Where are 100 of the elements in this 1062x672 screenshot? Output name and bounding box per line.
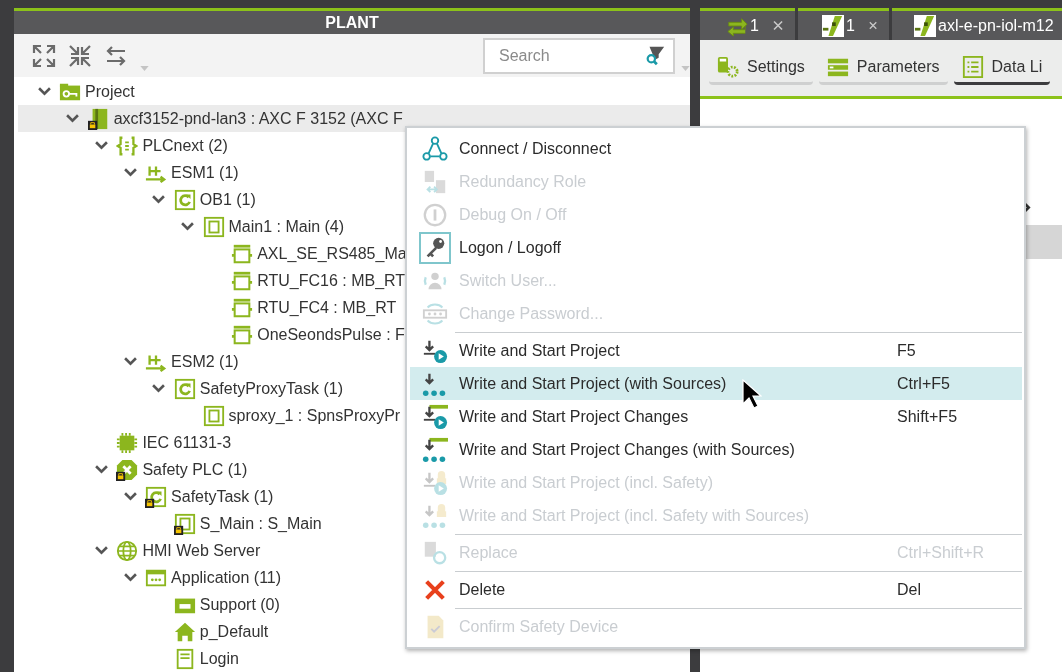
panel-title: PLANT: [325, 13, 379, 32]
menu-item[interactable]: Connect / Disconnect: [410, 132, 1022, 165]
download-dots-icon: [421, 502, 448, 529]
chevron-down-icon[interactable]: [37, 87, 51, 96]
mouse-cursor-icon: [742, 379, 762, 409]
tree-label: IEC 61131-3: [142, 433, 232, 452]
shortcut-label: Del: [897, 580, 922, 599]
download-play-icon: [421, 469, 448, 496]
tree-label: ESM2 (1): [171, 352, 239, 371]
chevron-down-icon[interactable]: [152, 384, 166, 393]
swap-icon[interactable]: [104, 43, 128, 68]
tree-label: OneSeondsPulse : F: [257, 325, 405, 344]
search-field[interactable]: Search: [483, 37, 675, 74]
download-play-icon: [421, 403, 448, 430]
chevron-down-icon[interactable]: [66, 114, 80, 123]
menu-label: Connect / Disconnect: [459, 139, 612, 158]
tab-label: 1: [846, 16, 855, 35]
close-icon[interactable]: [772, 20, 783, 31]
debug-icon: [421, 201, 448, 228]
menu-item[interactable]: Logon / Logoff: [410, 231, 1022, 264]
editor-tab[interactable]: axl-e-pn-iol-m12: [892, 8, 1062, 40]
tree-label: OB1 (1): [199, 190, 256, 209]
menu-item[interactable]: Write and Start Project Changes Shift+F5: [410, 400, 1022, 433]
shortcut-label: Ctrl+F5: [897, 374, 951, 393]
menu-label: Write and Start Project (with Sources): [459, 374, 727, 393]
tree-label: AXL_SE_RS485_Ma: [257, 244, 407, 263]
device-gear-icon: [717, 55, 739, 78]
tree-label: HMI Web Server: [142, 541, 261, 560]
collapse-all-icon[interactable]: [68, 43, 92, 68]
tree-label: Support (0): [199, 595, 280, 614]
tree-item[interactable]: Project: [18, 78, 690, 105]
program-icon: [173, 512, 196, 535]
tab-label: axl-e-pn-iol-m12: [938, 16, 1054, 35]
view-tab[interactable]: Settings: [709, 51, 813, 85]
menu-label: Write and Start Project Changes: [459, 407, 689, 426]
controller-icon: [87, 107, 110, 130]
chevron-down-icon[interactable]: [94, 141, 108, 150]
tree-item[interactable]: axcf3152-pnd-lan3 : AXC F 3152 (AXC F: [18, 105, 690, 132]
chevron-down-icon[interactable]: [94, 546, 108, 555]
block-icon: [231, 242, 254, 265]
tree-label: Login: [199, 649, 239, 668]
program-icon: [202, 215, 225, 238]
chevron-down-icon[interactable]: [181, 222, 194, 231]
shortcut-label: F5: [897, 341, 917, 360]
safety-icon: [116, 458, 139, 481]
expand-all-icon[interactable]: [32, 43, 56, 68]
tab-label: Settings: [747, 57, 805, 76]
chip-icon: [116, 431, 139, 454]
menu-item[interactable]: Write and Start Project Changes (with Sources): [410, 433, 1022, 466]
tree-label: Application (11): [171, 568, 282, 587]
editor-tab[interactable]: 1: [700, 8, 795, 40]
menu-item[interactable]: Delete Del: [410, 573, 1022, 606]
close-icon[interactable]: [868, 20, 877, 31]
program-icon: [202, 404, 225, 427]
tree-label: Project: [85, 82, 135, 101]
tree-label: Main1 : Main (4): [228, 217, 345, 236]
tree-label: PLCnext (2): [142, 136, 228, 155]
tab-label: Parameters: [856, 57, 940, 76]
view-tab[interactable]: Parameters: [818, 51, 948, 85]
chevron-down-icon[interactable]: [152, 195, 166, 204]
chevron-down-icon[interactable]: [123, 357, 137, 366]
menu-label: Write and Start Project Changes (with Sources): [459, 440, 795, 459]
tree-label: sproxy_1 : SpnsProxyPr: [228, 406, 401, 425]
tab-label: 1: [750, 16, 759, 35]
tree-label: RTU_FC4 : MB_RT: [257, 298, 397, 317]
block-icon: [231, 296, 254, 319]
tree-label: RTU_FC16 : MB_RT: [257, 271, 406, 290]
filter-search-icon[interactable]: [644, 44, 666, 67]
tree-label: ESM1 (1): [171, 163, 239, 182]
key-icon: [421, 234, 448, 261]
tree-item[interactable]: Login: [18, 645, 690, 672]
globe-icon: [116, 539, 139, 562]
cycle-icon: [173, 377, 196, 400]
block-icon: [231, 269, 254, 292]
device-icon: [822, 14, 844, 37]
menu-item[interactable]: Write and Start Project (with Sources) Ctrl+F5: [410, 367, 1022, 400]
network-icon: [421, 135, 448, 162]
tab-label: Data Li: [991, 57, 1043, 76]
block-icon: [231, 323, 254, 346]
device-icon: [914, 14, 936, 37]
download-dots-icon: [421, 436, 448, 463]
menu-label: Write and Start Project: [459, 341, 620, 360]
menu-item[interactable]: Write and Start Project F5: [410, 334, 1022, 367]
chevron-down-icon[interactable]: [123, 492, 137, 501]
tree-label: SafetyProxyTask (1): [199, 379, 343, 398]
braces-icon: [116, 134, 139, 157]
view-tab[interactable]: Data Li: [953, 51, 1051, 85]
tree-label: axcf3152-pnd-lan3 : AXC F 3152 (AXC F: [113, 109, 403, 128]
home-icon: [173, 620, 196, 643]
cycle-icon: [173, 188, 196, 211]
tree-label: p_Default: [199, 622, 269, 641]
menu-label: Logon / Logoff: [459, 238, 562, 257]
editor-tab[interactable]: 1: [798, 8, 889, 40]
chevron-down-icon[interactable]: [123, 573, 137, 582]
tree-label: SafetyTask (1): [171, 487, 274, 506]
menu-label: Delete: [459, 580, 506, 599]
list-icon: [961, 55, 984, 78]
chevron-down-icon[interactable]: [94, 465, 108, 474]
tree-label: S_Main : S_Main: [199, 514, 322, 533]
chevron-down-icon[interactable]: [123, 168, 137, 177]
